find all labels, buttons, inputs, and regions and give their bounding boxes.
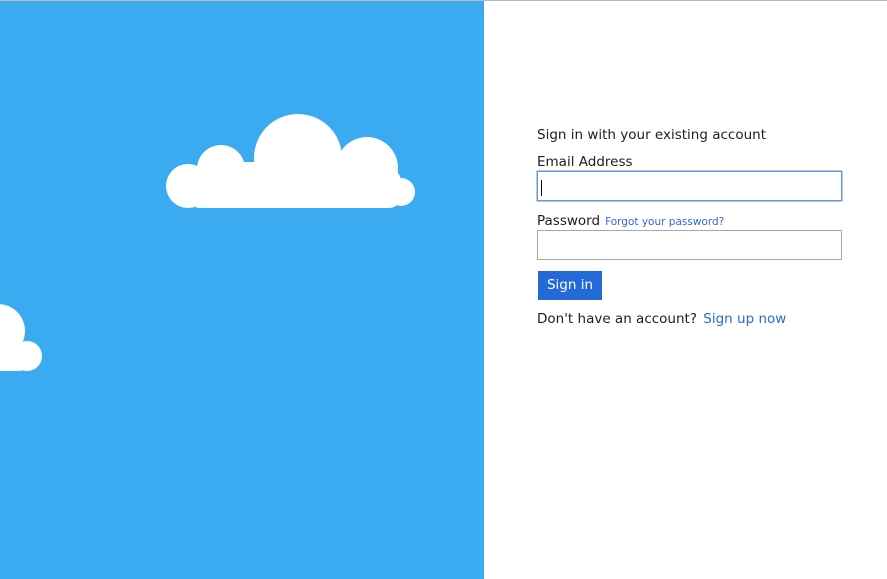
signup-row: Don't have an account? Sign up now [537,309,842,329]
email-label-row: Email Address [537,153,842,171]
password-input[interactable] [537,230,842,260]
forgot-password-link[interactable]: Forgot your password? [605,216,724,228]
page: Sign in with your existing account Email… [0,0,887,579]
hero-banner [0,1,484,579]
password-label-row: Password Forgot your password? [537,212,842,230]
password-label: Password [537,213,601,229]
sign-in-form: Sign in with your existing account Email… [537,125,842,329]
cloud-illustration-partial [0,304,42,371]
cloud-illustration [166,114,415,208]
signup-prompt: Don't have an account? [537,311,697,327]
email-input[interactable] [537,171,842,201]
email-label: Email Address [537,154,633,170]
sign-up-link[interactable]: Sign up now [703,311,786,327]
sign-in-button[interactable]: Sign in [538,271,602,300]
text-caret [541,180,542,196]
form-intro: Sign in with your existing account [537,127,766,143]
